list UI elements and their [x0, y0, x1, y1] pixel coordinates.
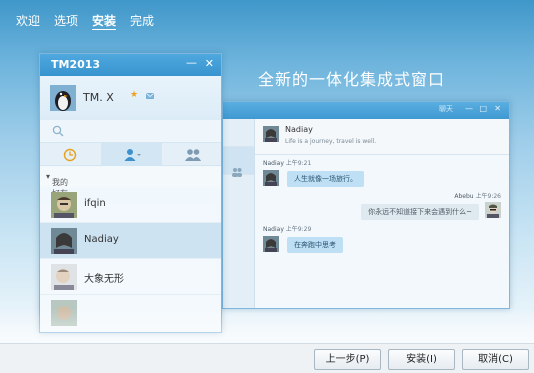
- search-bar: [40, 120, 221, 142]
- clock-icon: [63, 148, 77, 162]
- avatar: [51, 192, 77, 218]
- avatar: [263, 170, 279, 186]
- message-meta: Nadiay 上午9:21: [263, 160, 312, 167]
- mail-icon[interactable]: [146, 93, 154, 99]
- decorative-wave: [0, 308, 534, 344]
- feature-headline: 全新的一体化集成式窗口: [258, 70, 446, 89]
- friend-group-header[interactable]: ▾ 我的好友（6）: [40, 167, 221, 209]
- step-finish[interactable]: 完成: [130, 13, 154, 30]
- message-meta: Abebu 上午9:26: [454, 193, 501, 200]
- tab-contacts[interactable]: [101, 143, 162, 166]
- tab-recent[interactable]: [40, 143, 101, 166]
- cancel-button[interactable]: 取消(C): [462, 349, 529, 370]
- avatar: [263, 236, 279, 252]
- side-row: [223, 119, 254, 147]
- message-bubble: 你永远不知道接下来会遇到什么~: [361, 204, 479, 220]
- chat-contact-name: Nadiay: [285, 125, 313, 134]
- installer-footer: 上一步(P) 安装(I) 取消(C): [0, 343, 534, 373]
- avatar: [263, 126, 279, 142]
- friend-name: ifqin: [84, 198, 106, 209]
- tab-groups[interactable]: [162, 143, 221, 166]
- avatar[interactable]: [50, 85, 76, 111]
- star-icon[interactable]: ★: [130, 90, 138, 100]
- message-bubble: 在奔跑中思考: [287, 237, 343, 253]
- contact-icon: [124, 149, 141, 161]
- step-welcome[interactable]: 欢迎: [16, 13, 40, 30]
- message-bubble: 人生就像一场旅行。: [287, 171, 364, 187]
- chat-header: Nadiay Life is a journey, travel is well…: [255, 119, 509, 155]
- friend-item[interactable]: 大象无形: [40, 259, 221, 295]
- chat-window-title: 聊天: [439, 105, 453, 113]
- friend-name: Nadiay: [84, 234, 119, 245]
- main-window-preview: TM2013 — ✕ TM. X ★ ▾ 我的好友（6） ifqin Nadia…: [39, 53, 222, 333]
- maximize-icon: □: [479, 104, 487, 113]
- search-icon: [52, 125, 64, 137]
- friend-name: 大象无形: [84, 274, 124, 285]
- close-icon[interactable]: ✕: [205, 57, 214, 70]
- back-button[interactable]: 上一步(P): [314, 349, 381, 370]
- friend-item[interactable]: ifqin: [40, 187, 221, 223]
- chat-window-preview: 聊天 — □ ✕ Nadiay Life is a journey, trave…: [222, 101, 510, 309]
- profile-panel: TM. X ★: [40, 76, 221, 120]
- step-options[interactable]: 选项: [54, 13, 78, 30]
- close-icon: ✕: [494, 104, 501, 113]
- search-input[interactable]: [68, 123, 208, 139]
- minimize-icon: —: [465, 104, 473, 113]
- contact-tabs: [40, 142, 221, 166]
- app-title: TM2013: [51, 58, 101, 71]
- installer-steps-nav: 欢迎 选项 安装 完成: [16, 13, 154, 30]
- friend-group-label: ▾ 我的好友（6）: [46, 172, 73, 209]
- minimize-icon[interactable]: —: [186, 56, 197, 69]
- friend-item[interactable]: Nadiay: [40, 223, 221, 259]
- chat-titlebar: 聊天 — □ ✕: [223, 102, 509, 119]
- message-list: Nadiay 上午9:21 人生就像一场旅行。 Abebu 上午9:26 你永远…: [255, 155, 509, 308]
- avatar: [51, 264, 77, 290]
- group-icon: [232, 168, 242, 177]
- chat-side-list: [223, 119, 255, 308]
- main-titlebar: TM2013 — ✕: [40, 54, 221, 76]
- install-button[interactable]: 安装(I): [388, 349, 455, 370]
- step-install[interactable]: 安装: [92, 13, 117, 30]
- chat-contact-signature: Life is a journey, travel is well.: [285, 138, 377, 145]
- avatar: [485, 202, 501, 218]
- message-meta: Nadiay 上午9:29: [263, 226, 312, 233]
- avatar: [51, 228, 77, 254]
- profile-name: TM. X: [83, 91, 114, 104]
- group-icon: [185, 149, 201, 161]
